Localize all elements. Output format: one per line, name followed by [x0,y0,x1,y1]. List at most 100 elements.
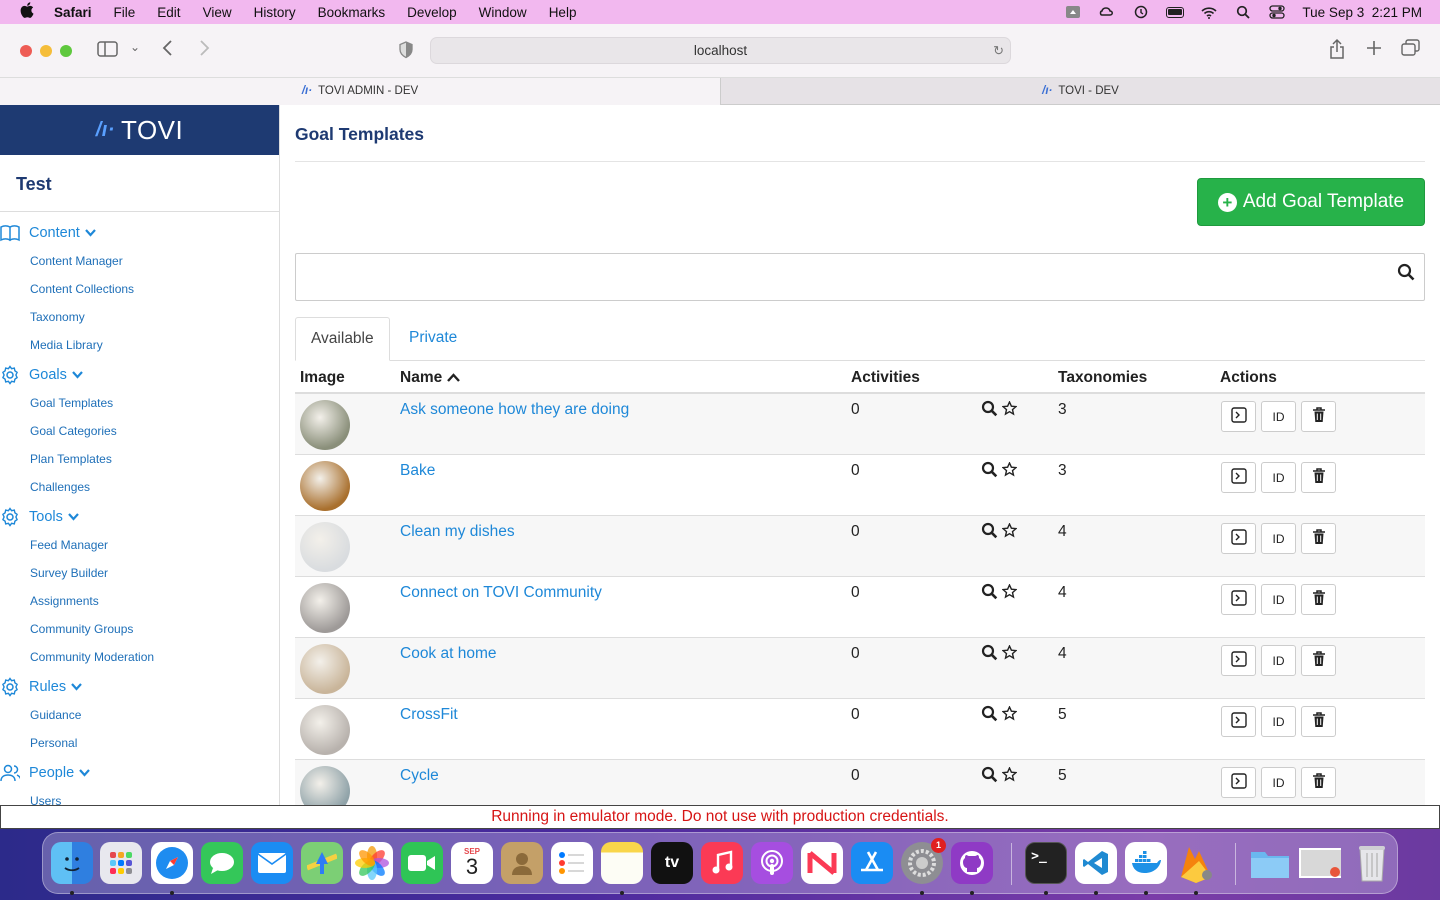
sidebar-item-goal-categories[interactable]: Goal Categories [0,417,279,445]
chevron-down-icon[interactable]: ⌄ [130,40,140,54]
goal-name-link[interactable]: Connect on TOVI Community [400,584,602,602]
share-icon[interactable] [1328,38,1346,65]
console-button[interactable] [1221,767,1256,798]
wifi-icon[interactable] [1200,5,1218,19]
browser-tab-admin[interactable]: /ı· TOVI ADMIN - DEV [0,78,720,105]
reminders-icon[interactable] [551,842,593,884]
sidebar-section-tools[interactable]: Tools [0,503,279,531]
system-settings-icon[interactable]: 1 [901,838,946,884]
tab-overview-icon[interactable] [1401,39,1421,62]
delete-button[interactable] [1301,584,1336,615]
mail-icon[interactable] [251,842,293,884]
control-center-icon[interactable] [1268,5,1286,19]
sidebar-item-users[interactable]: Users [0,787,279,805]
console-button[interactable] [1221,523,1256,554]
sidebar-toggle-icon[interactable] [97,40,119,63]
copy-id-button[interactable]: ID [1261,584,1296,615]
facetime-icon[interactable] [401,842,443,884]
console-button[interactable] [1221,584,1256,615]
search-icon[interactable] [981,461,998,483]
sidebar-section-content[interactable]: Content [0,219,279,247]
add-goal-template-button[interactable]: + Add Goal Template [1197,178,1425,226]
search-icon[interactable] [1397,263,1415,286]
star-icon[interactable] [1001,400,1018,421]
sidebar-item-community-groups[interactable]: Community Groups [0,615,279,643]
star-icon[interactable] [1001,644,1018,665]
new-tab-icon[interactable] [1365,39,1383,62]
tab-available[interactable]: Available [295,317,390,361]
privacy-shield-icon[interactable] [398,41,414,64]
terminal-icon[interactable]: >_ [1025,842,1067,884]
browser-tab-app[interactable]: /ı· TOVI - DEV [720,78,1440,105]
news-icon[interactable] [801,842,843,884]
back-icon[interactable] [162,39,174,62]
copy-id-button[interactable]: ID [1261,523,1296,554]
search-icon[interactable] [981,522,998,544]
notes-icon[interactable] [601,842,643,884]
sidebar-item-assignments[interactable]: Assignments [0,587,279,615]
launchpad-icon[interactable] [100,842,142,884]
search-icon[interactable] [981,705,998,727]
apple-icon[interactable] [0,2,54,22]
sidebar-item-survey-builder[interactable]: Survey Builder [0,559,279,587]
sidebar-item-guidance[interactable]: Guidance [0,701,279,729]
music-icon[interactable] [701,842,743,884]
menu-window[interactable]: Window [479,5,527,20]
star-icon[interactable] [1001,583,1018,604]
recent-screenshot-icon[interactable] [1299,842,1341,884]
delete-button[interactable] [1301,401,1336,432]
sidebar-item-media-library[interactable]: Media Library [0,331,279,359]
star-icon[interactable] [1001,461,1018,482]
battery-icon[interactable] [1166,5,1185,19]
zoom-window-button[interactable] [60,45,72,57]
spotlight-icon[interactable] [1234,5,1252,19]
search-icon[interactable] [981,766,998,788]
search-icon[interactable] [981,644,998,666]
finder-icon[interactable] [51,842,93,884]
copy-id-button[interactable]: ID [1261,401,1296,432]
screen-share-icon[interactable] [1064,5,1082,19]
downloads-folder-icon[interactable] [1249,842,1291,884]
delete-button[interactable] [1301,767,1336,798]
apple-tv-icon[interactable]: tv [651,842,693,884]
goal-name-link[interactable]: Ask someone how they are doing [400,401,629,419]
sidebar-item-plan-templates[interactable]: Plan Templates [0,445,279,473]
sidebar-section-people[interactable]: People [0,759,279,787]
menu-bookmarks[interactable]: Bookmarks [318,5,386,20]
console-button[interactable] [1221,462,1256,493]
goal-name-link[interactable]: Clean my dishes [400,523,515,541]
sidebar-section-goals[interactable]: Goals [0,361,279,389]
tab-private[interactable]: Private [394,317,472,361]
photos-icon[interactable] [351,842,393,884]
messages-icon[interactable] [201,842,243,884]
sidebar-item-challenges[interactable]: Challenges [0,473,279,501]
github-desktop-icon[interactable] [951,842,993,884]
col-name[interactable]: Name [400,369,460,387]
menu-view[interactable]: View [203,5,232,20]
firebase-icon[interactable] [1175,842,1217,884]
close-window-button[interactable] [20,45,32,57]
vscode-icon[interactable] [1075,842,1117,884]
star-icon[interactable] [1001,766,1018,787]
podcasts-icon[interactable] [751,842,793,884]
docker-icon[interactable] [1125,842,1167,884]
sidebar-item-personal[interactable]: Personal [0,729,279,757]
search-input[interactable] [295,253,1425,301]
menu-app-name[interactable]: Safari [54,5,92,20]
brand-header[interactable]: /ı· TOVI [0,105,279,155]
search-icon[interactable] [981,400,998,422]
menu-edit[interactable]: Edit [157,5,180,20]
sidebar-item-taxonomy[interactable]: Taxonomy [0,303,279,331]
trash-icon[interactable] [1351,842,1393,884]
forward-icon[interactable] [198,39,210,62]
delete-button[interactable] [1301,706,1336,737]
time-machine-icon[interactable] [1132,5,1150,19]
minimize-window-button[interactable] [40,45,52,57]
copy-id-button[interactable]: ID [1261,645,1296,676]
menu-help[interactable]: Help [549,5,577,20]
delete-button[interactable] [1301,645,1336,676]
copy-id-button[interactable]: ID [1261,706,1296,737]
menu-develop[interactable]: Develop [407,5,457,20]
star-icon[interactable] [1001,522,1018,543]
menubar-clock[interactable]: Tue Sep 3 2:21 PM [1302,5,1422,20]
